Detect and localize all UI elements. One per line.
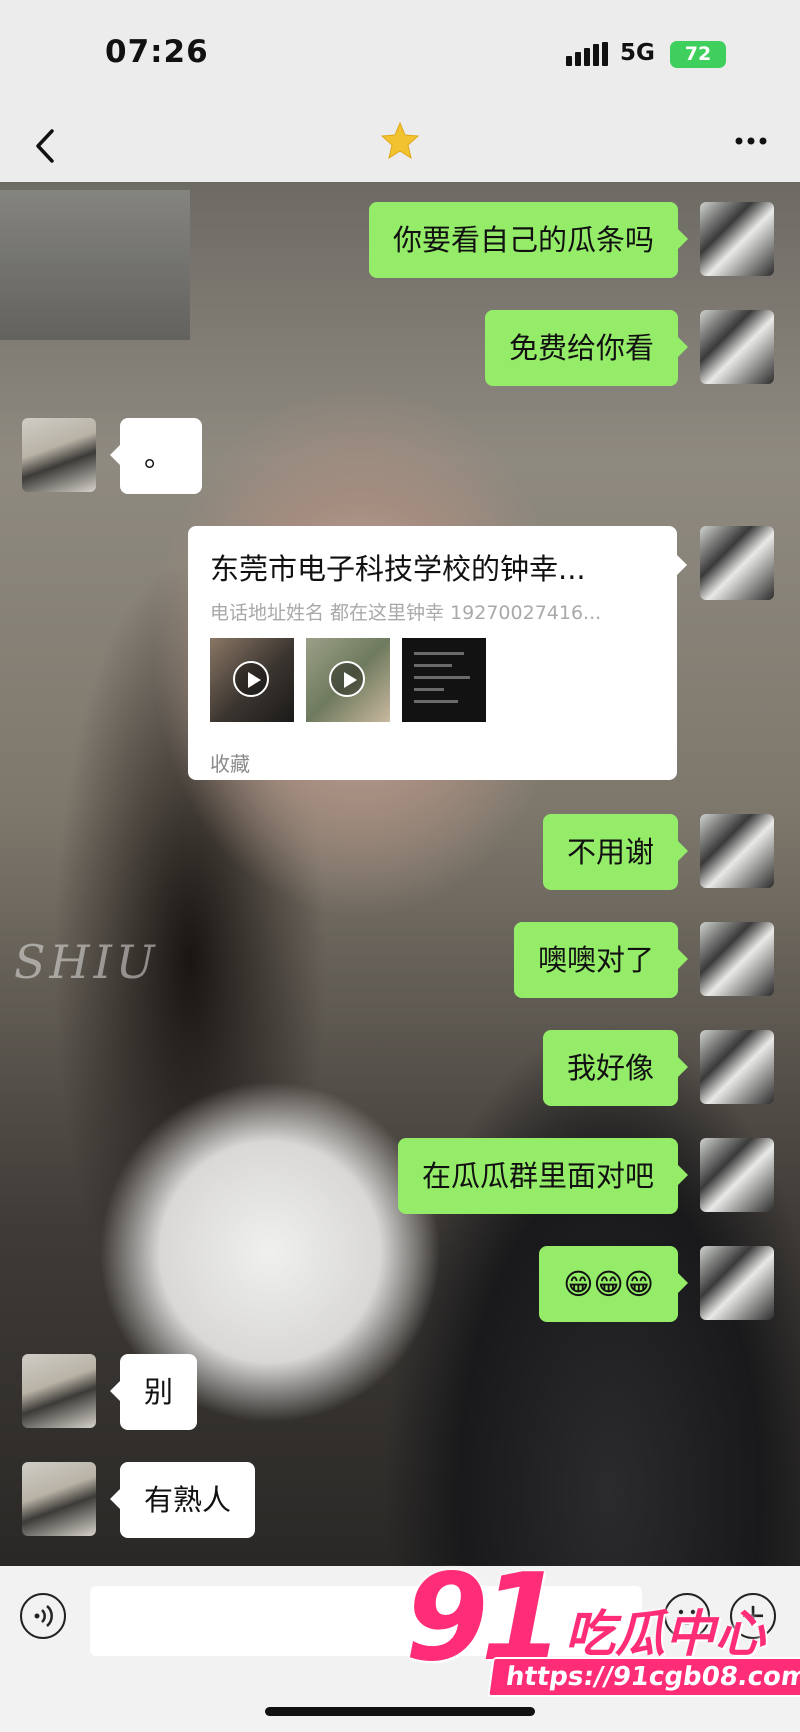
card-title: 东莞市电子科技学校的钟幸... [210, 552, 586, 586]
wallpaper-text: SHIU [14, 935, 159, 989]
voice-icon [34, 1605, 53, 1627]
play-icon [233, 661, 269, 697]
play-icon [329, 661, 365, 697]
network-type: 5G [620, 40, 655, 66]
avatar[interactable] [700, 922, 774, 996]
avatar[interactable] [22, 1354, 96, 1428]
watermark-brand: 吃瓜中心 [565, 1605, 765, 1663]
avatar[interactable] [22, 418, 96, 492]
more-button[interactable] [726, 124, 776, 158]
favorite-card[interactable]: 东莞市电子科技学校的钟幸... 电话地址姓名 都在这里钟幸 1927002741… [188, 526, 687, 780]
video-thumbnail[interactable] [210, 638, 294, 722]
message-bubble-received[interactable]: 别 [109, 1354, 198, 1430]
status-time: 07:26 [105, 34, 209, 70]
avatar[interactable] [22, 1462, 96, 1536]
avatar[interactable] [700, 310, 774, 384]
message-bubble-sent[interactable]: 免费给你看 [484, 310, 689, 386]
avatar[interactable] [700, 814, 774, 888]
card-footer: 收藏 [210, 752, 250, 776]
chevron-left-icon [36, 129, 54, 163]
message-bubble-received[interactable]: 有熟人 [109, 1462, 256, 1538]
wallpaper-railing [0, 190, 190, 340]
battery-icon: 72 [670, 41, 726, 68]
avatar[interactable] [700, 1246, 774, 1320]
home-indicator [265, 1707, 535, 1716]
message-bubble-sent[interactable]: 你要看自己的瓜条吗 [368, 202, 689, 278]
star-icon [380, 118, 420, 162]
message-input[interactable] [90, 1586, 642, 1656]
card-subtitle: 电话地址姓名 都在这里钟幸 19270027416... [210, 602, 602, 624]
back-button[interactable] [26, 121, 66, 171]
avatar[interactable] [700, 1138, 774, 1212]
message-bubble-sent[interactable]: 😁😁😁 [539, 1246, 688, 1322]
video-thumbnail[interactable] [306, 638, 390, 722]
avatar[interactable] [700, 526, 774, 600]
avatar[interactable] [700, 1030, 774, 1104]
message-bubble-sent[interactable]: 噢噢对了 [513, 922, 689, 998]
message-bubble-sent[interactable]: 我好像 [542, 1030, 689, 1106]
message-bubble-sent[interactable]: 不用谢 [542, 814, 689, 890]
message-bubble-sent[interactable]: 在瓜瓜群里面对吧 [397, 1138, 689, 1214]
signal-icon [566, 42, 610, 66]
message-bubble-received[interactable]: 。 [110, 418, 202, 494]
watermark-url: https://91cgb08.com [487, 1657, 800, 1697]
avatar[interactable] [700, 202, 774, 276]
image-thumbnail[interactable] [402, 638, 486, 722]
more-dots-icon [735, 137, 767, 145]
voice-button[interactable] [20, 1593, 66, 1639]
